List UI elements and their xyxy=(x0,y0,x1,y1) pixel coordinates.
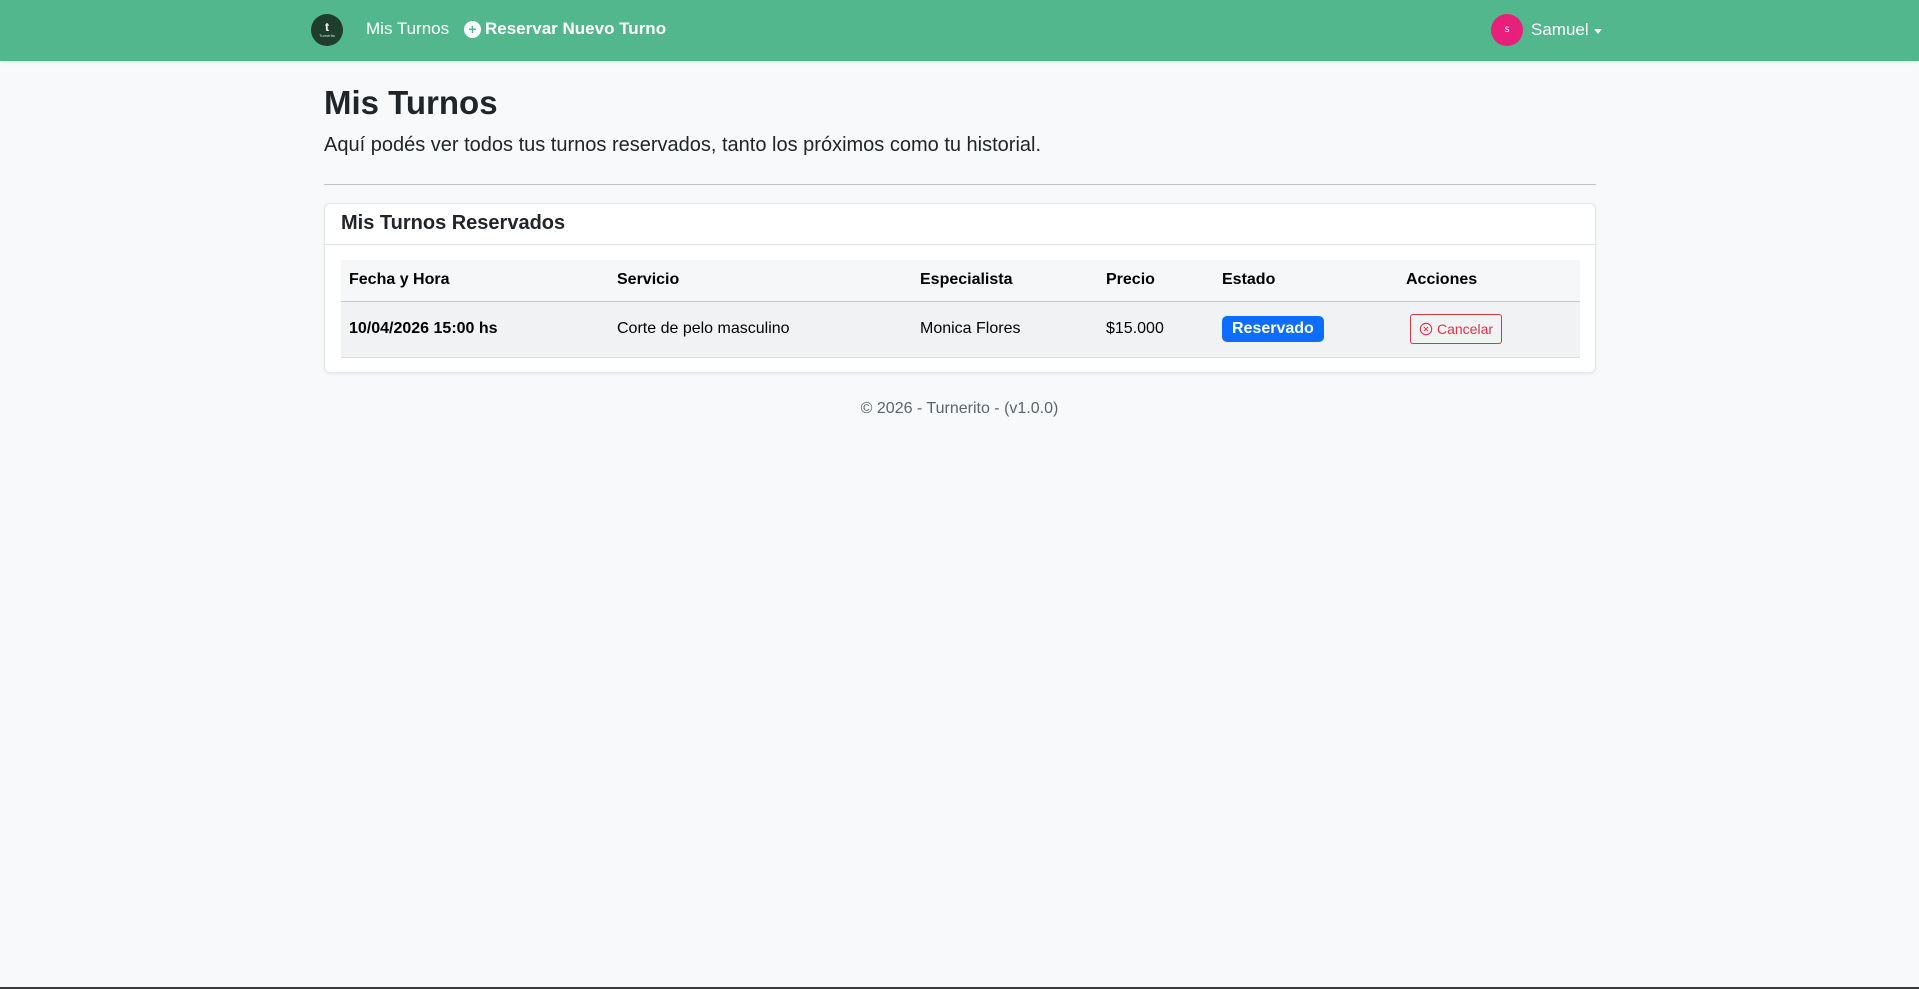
nav-link-reservar-label: Reservar Nuevo Turno xyxy=(485,19,667,38)
column-header-especialista: Especialista xyxy=(912,260,1098,302)
nav-link-reservar-nuevo-turno[interactable]: + Reservar Nuevo Turno xyxy=(464,18,666,40)
column-header-fecha-hora: Fecha y Hora xyxy=(341,260,609,302)
user-menu-dropdown[interactable]: s Samuel xyxy=(1491,14,1602,46)
column-header-precio: Precio xyxy=(1098,260,1214,302)
footer-text: © 2026 - Turnerito - (v1.0.0) xyxy=(860,400,1059,417)
user-name: Samuel xyxy=(1531,20,1589,39)
page-subtitle: Aquí podés ver todos tus turnos reservad… xyxy=(324,134,1042,156)
table-row: 10/04/2026 15:00 hs Corte de pelo mascul… xyxy=(341,301,1580,358)
table-header-row: Fecha y Hora Servicio Especialista Preci… xyxy=(341,260,1580,302)
status-badge: Reservado xyxy=(1222,316,1324,342)
x-circle-icon xyxy=(1419,322,1433,336)
cancel-button-label: Cancelar xyxy=(1437,321,1494,337)
nav-link-mis-turnos[interactable]: Mis Turnos xyxy=(366,18,449,40)
cell-estado: Reservado xyxy=(1214,301,1398,358)
brand-mark: t xyxy=(325,20,329,34)
avatar: s xyxy=(1491,14,1523,46)
top-navbar: t Turnerito Mis Turnos + Reservar Nuevo … xyxy=(0,0,1919,61)
brand-word: Turnerito xyxy=(319,33,335,38)
column-header-estado: Estado xyxy=(1214,260,1398,302)
caret-down-icon xyxy=(1593,28,1602,34)
cell-precio: $15.000 xyxy=(1098,301,1214,358)
plus-circle-icon: + xyxy=(464,20,481,38)
brand-logo[interactable]: t Turnerito xyxy=(311,14,343,46)
page-title: Mis Turnos xyxy=(324,84,498,121)
cell-fecha-hora: 10/04/2026 15:00 hs xyxy=(341,301,609,358)
appointments-card: Mis Turnos Reservados Fecha y Hora Servi… xyxy=(324,203,1596,373)
divider xyxy=(324,184,1596,185)
column-header-servicio: Servicio xyxy=(609,260,912,302)
card-title: Mis Turnos Reservados xyxy=(325,204,1595,245)
column-header-acciones: Acciones xyxy=(1398,260,1580,302)
cancel-button[interactable]: Cancelar xyxy=(1410,314,1503,344)
cell-servicio: Corte de pelo masculino xyxy=(609,301,912,358)
cell-especialista: Monica Flores xyxy=(912,301,1098,358)
appointments-table: Fecha y Hora Servicio Especialista Preci… xyxy=(341,260,1580,358)
cell-acciones: Cancelar xyxy=(1398,301,1580,358)
